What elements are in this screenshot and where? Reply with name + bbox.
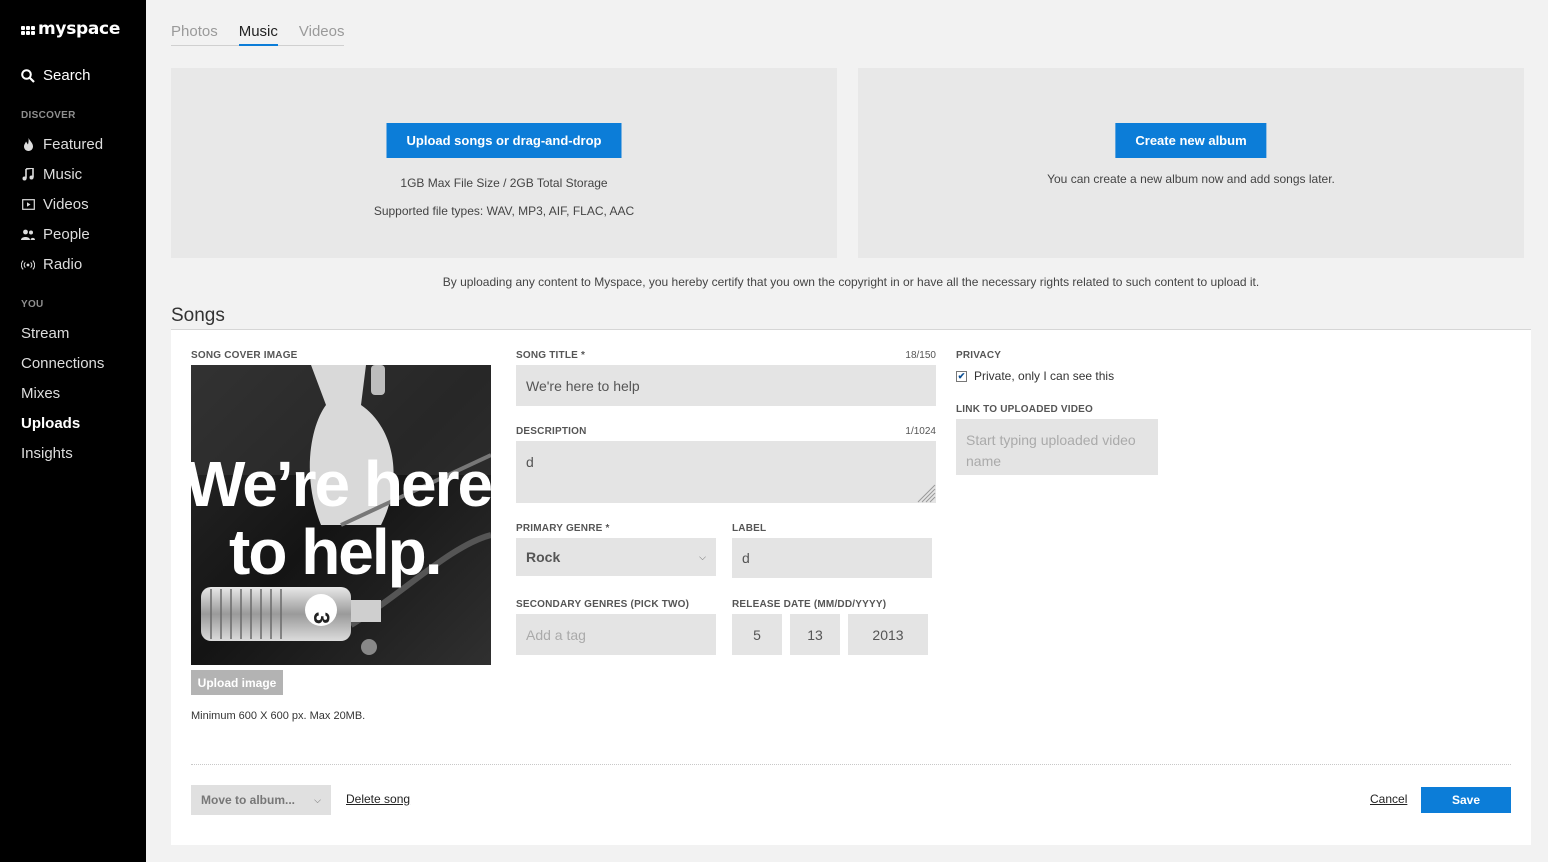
video-icon [21, 198, 35, 212]
cover-label: SONG COVER IMAGE [191, 350, 298, 361]
people-icon [21, 228, 35, 242]
upload-image-button[interactable]: Upload image [191, 670, 283, 695]
cover-text-line-2: to help. [229, 516, 443, 588]
move-to-album-select[interactable]: Move to album... ⌵ [191, 785, 331, 815]
release-date-label: RELEASE DATE (MM/DD/YYYY) [732, 599, 887, 610]
description-textarea[interactable]: d [516, 441, 936, 503]
sidebar-item-mixes[interactable]: Mixes [21, 385, 60, 402]
sidebar-item-people[interactable]: People [21, 226, 90, 243]
video-link-input[interactable]: Start typing uploaded video name [956, 419, 1158, 475]
label-input[interactable]: d [732, 538, 932, 578]
song-title-counter: 18/150 [905, 350, 936, 361]
primary-genre-select[interactable]: Rock ⌵ [516, 538, 716, 576]
privacy-text: Private, only I can see this [974, 369, 1115, 383]
album-note: You can create a new album now and add s… [1047, 172, 1335, 186]
release-year-input[interactable]: 2013 [848, 614, 928, 655]
sidebar-item-videos[interactable]: Videos [21, 196, 89, 213]
sidebar-item-radio[interactable]: Radio [21, 256, 82, 273]
secondary-genres-input[interactable]: Add a tag [516, 614, 716, 655]
primary-genre-label: PRIMARY GENRE * [516, 523, 610, 534]
music-note-icon [21, 168, 35, 182]
save-button[interactable]: Save [1421, 787, 1511, 813]
privacy-option: ✔ Private, only I can see this [956, 369, 1114, 383]
release-day-input[interactable]: 13 [790, 614, 840, 655]
album-panel: Create new album You can create a new al… [858, 68, 1524, 258]
sidebar-item-label: People [43, 226, 90, 243]
privacy-label: PRIVACY [956, 350, 1002, 361]
description-label: DESCRIPTION [516, 426, 587, 437]
myspace-logo-icon [21, 25, 35, 35]
cover-size-note: Minimum 600 X 600 px. Max 20MB. [191, 710, 366, 722]
sidebar-item-label: Radio [43, 256, 83, 273]
sidebar-item-featured[interactable]: Featured [21, 136, 103, 153]
move-to-album-label: Move to album... [201, 793, 296, 807]
sidebar-item-music[interactable]: Music [21, 166, 82, 183]
flame-icon [21, 138, 35, 152]
song-cover-image: 3 We’re here to help. [191, 365, 491, 665]
sidebar: myspace Search DISCOVER Featured Music V… [0, 0, 146, 862]
sidebar-item-label: Videos [43, 196, 89, 213]
create-album-button[interactable]: Create new album [1115, 123, 1267, 158]
chevron-down-icon: ⌵ [314, 794, 321, 805]
chevron-down-icon: ⌵ [699, 551, 706, 562]
primary-genre-value: Rock [526, 549, 561, 565]
svg-text:3: 3 [309, 612, 334, 624]
video-link-label: LINK TO UPLOADED VIDEO [956, 404, 1094, 415]
song-title-label: SONG TITLE * [516, 350, 586, 361]
radio-icon [21, 258, 35, 272]
sidebar-item-uploads[interactable]: Uploads [21, 415, 80, 432]
sidebar-item-stream[interactable]: Stream [21, 325, 69, 342]
sidebar-search[interactable]: Search [21, 67, 91, 84]
song-title-input[interactable]: We're here to help [516, 365, 936, 406]
resize-handle-icon[interactable] [914, 481, 936, 503]
you-heading: YOU [21, 299, 44, 310]
song-edit-card: SONG COVER IMAGE 3 We’re here to help. U… [171, 330, 1531, 845]
myspace-logo[interactable]: myspace [21, 19, 120, 39]
tab-videos[interactable]: Videos [299, 23, 345, 45]
sidebar-item-connections[interactable]: Connections [21, 355, 104, 372]
cover-text-line-1: We’re here [191, 448, 491, 520]
upload-types-note: Supported file types: WAV, MP3, AIF, FLA… [373, 204, 635, 218]
secondary-genres-label: SECONDARY GENRES (PICK TWO) [516, 599, 690, 610]
sidebar-item-label: Featured [43, 136, 104, 153]
copyright-disclaimer: By uploading any content to Myspace, you… [442, 275, 1260, 289]
privacy-checkbox[interactable]: ✔ [956, 370, 967, 382]
logo-text: myspace [38, 19, 121, 39]
media-tabs: Photos Music Videos [171, 23, 345, 46]
description-value: d [526, 454, 534, 470]
sidebar-search-label: Search [43, 67, 91, 84]
sidebar-item-insights[interactable]: Insights [21, 445, 73, 462]
sidebar-item-label: Music [43, 166, 83, 183]
tab-photos[interactable]: Photos [171, 23, 218, 45]
release-month-input[interactable]: 5 [732, 614, 782, 655]
delete-song-link[interactable]: Delete song [346, 792, 410, 806]
tab-music[interactable]: Music [238, 23, 278, 46]
upload-dropzone[interactable]: Upload songs or drag-and-drop 1GB Max Fi… [171, 68, 837, 258]
description-counter: 1/1024 [905, 426, 936, 437]
upload-songs-button[interactable]: Upload songs or drag-and-drop [386, 123, 622, 158]
search-icon [21, 68, 35, 83]
card-divider [191, 764, 1511, 765]
songs-heading: Songs [171, 305, 225, 326]
upload-size-note: 1GB Max File Size / 2GB Total Storage [400, 176, 608, 190]
discover-heading: DISCOVER [21, 110, 76, 121]
cancel-link[interactable]: Cancel [1370, 792, 1407, 806]
label-label: LABEL [732, 523, 767, 534]
